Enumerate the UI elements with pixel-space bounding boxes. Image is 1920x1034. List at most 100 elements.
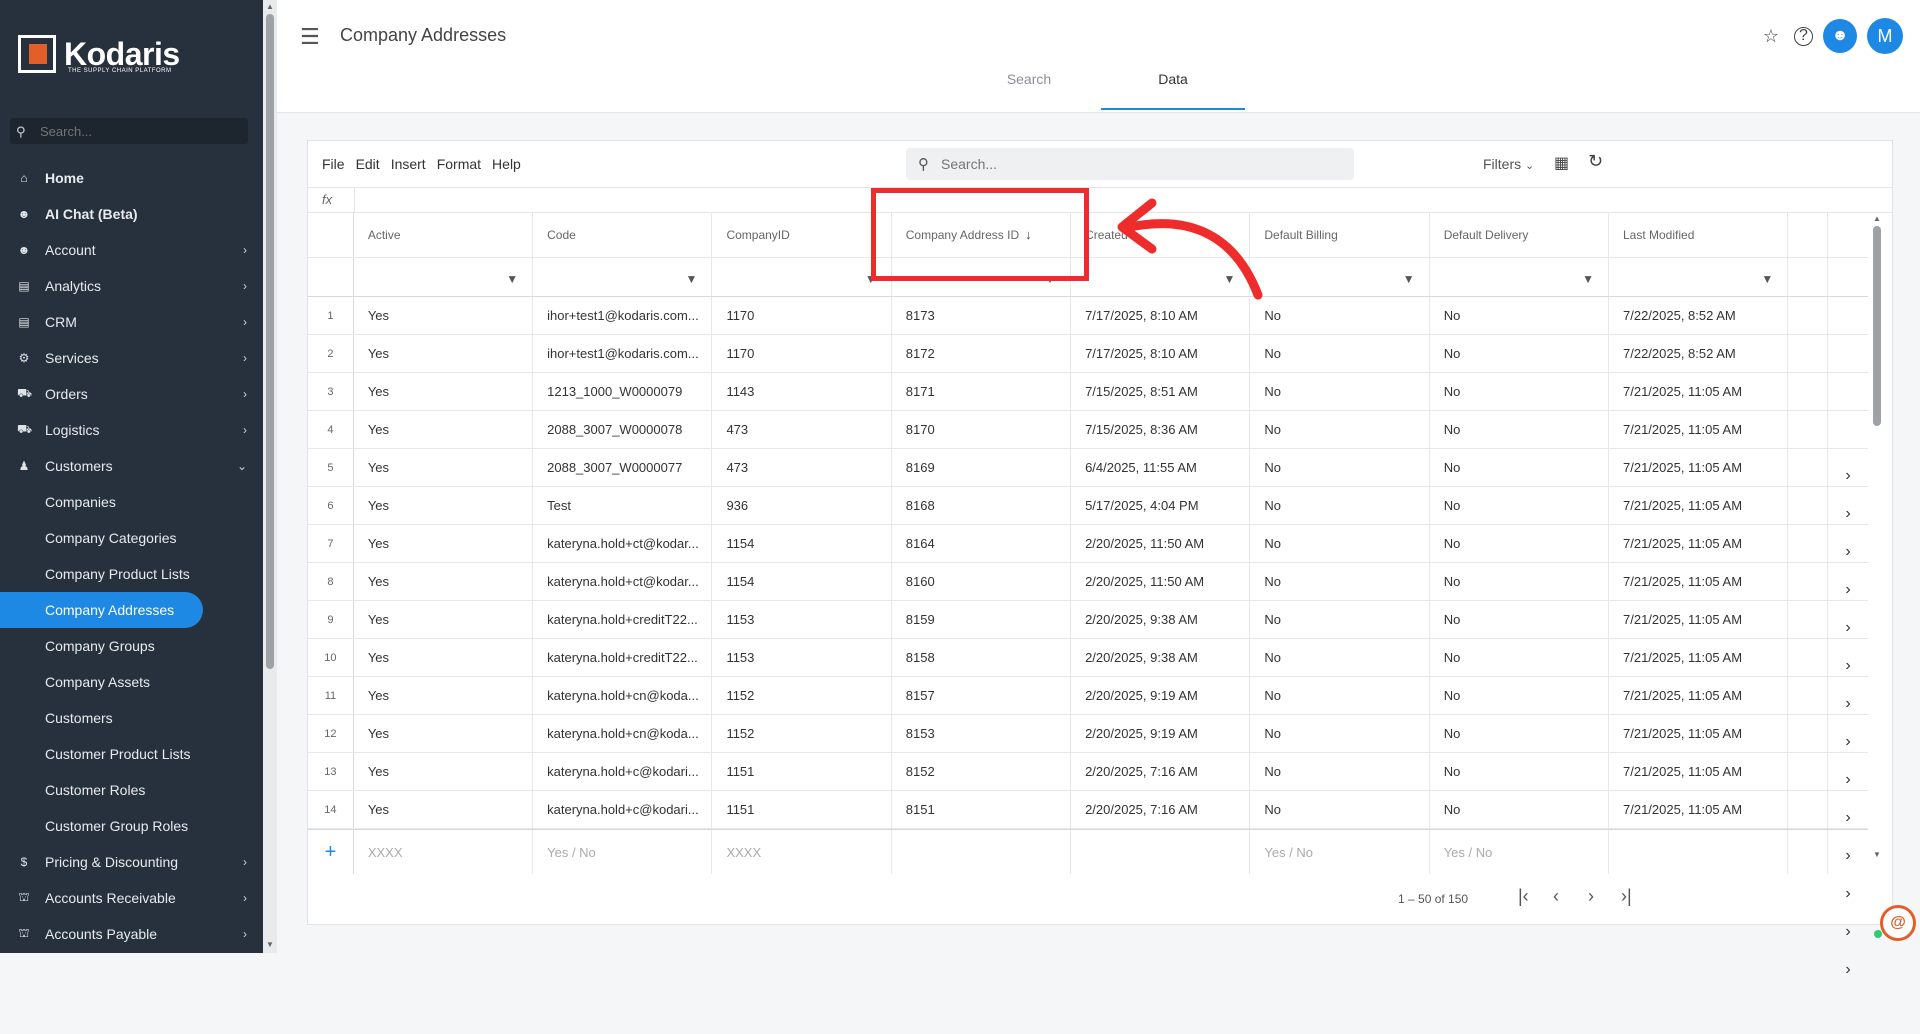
table-cell[interactable]: kateryna.hold+cn@koda... xyxy=(533,715,713,752)
table-cell[interactable]: No xyxy=(1250,297,1430,334)
table-cell[interactable]: 7/21/2025, 11:05 AM xyxy=(1609,449,1789,486)
tab-search[interactable]: Search xyxy=(957,70,1101,110)
table-cell[interactable]: No xyxy=(1430,297,1609,334)
table-cell[interactable]: 2/20/2025, 11:50 AM xyxy=(1071,525,1251,562)
table-cell[interactable]: kateryna.hold+creditT22... xyxy=(533,601,713,638)
new-row[interactable]: + XXXX Yes / No XXXX Yes / No Yes / No xyxy=(308,829,1868,874)
filters-dropdown[interactable]: Filters ⌄ xyxy=(1483,156,1534,172)
column-filter[interactable]: ▼ xyxy=(1609,258,1789,296)
sidebar-subitem-customer-product-lists[interactable]: Customer Product Lists xyxy=(0,736,263,772)
table-cell[interactable]: No xyxy=(1430,563,1609,600)
table-row[interactable]: 7 Yes kateryna.hold+ct@kodar... 1154 8164 2/2… xyxy=(308,525,1868,712)
table-cell[interactable]: 2088_3007_W0000078 xyxy=(533,411,713,448)
chevron-right-icon[interactable]: › xyxy=(1828,799,1868,836)
sidebar-subitem-company-assets[interactable]: Company Assets xyxy=(0,664,263,700)
sidebar-scrollbar[interactable]: ▲ ▼ xyxy=(263,0,277,953)
sidebar-subitem-company-categories[interactable]: Company Categories xyxy=(0,520,263,556)
sidebar-item-accounts-receivable[interactable]: ⛫ Accounts Receivable › xyxy=(0,880,263,916)
sidebar-subitem-customer-group-roles[interactable]: Customer Group Roles xyxy=(0,808,263,844)
table-cell[interactable]: 8151 xyxy=(892,791,1072,828)
column-filter[interactable]: ▼ xyxy=(1430,258,1609,296)
table-cell[interactable]: ihor+test1@kodaris.com... xyxy=(533,297,713,334)
chevron-right-icon[interactable]: › xyxy=(1828,723,1868,760)
chevron-right-icon[interactable]: › xyxy=(1828,609,1868,646)
table-cell[interactable]: No xyxy=(1430,335,1609,372)
new-row-cell[interactable]: Yes / No xyxy=(1250,830,1430,874)
table-cell[interactable]: Yes xyxy=(354,335,534,372)
columns-icon[interactable]: ▦ xyxy=(1554,153,1569,173)
table-cell[interactable]: 8159 xyxy=(892,601,1072,638)
table-cell[interactable]: 2/20/2025, 9:38 AM xyxy=(1071,639,1251,676)
table-cell[interactable]: 1154 xyxy=(712,525,892,562)
sidebar-item-pricing-discounting[interactable]: $ Pricing & Discounting › xyxy=(0,844,263,880)
table-row[interactable]: 6 Yes Test 936 8168 5/17/2025, 4:04 PM No No 7/2… xyxy=(308,487,1868,674)
table-cell[interactable]: 7/22/2025, 8:52 AM xyxy=(1609,335,1789,372)
filter-icon[interactable]: ▼ xyxy=(1761,272,1773,286)
new-row-cell[interactable]: Yes / No xyxy=(533,830,713,874)
table-cell[interactable]: ihor+test1@kodaris.com... xyxy=(533,335,713,372)
table-cell[interactable]: 1151 xyxy=(712,791,892,828)
hamburger-menu-icon[interactable]: ☰ xyxy=(300,24,320,50)
formula-bar[interactable]: fx xyxy=(308,187,1892,213)
column-header[interactable]: Last Modified xyxy=(1609,212,1789,257)
table-cell[interactable]: 1143 xyxy=(712,373,892,410)
table-cell[interactable]: kateryna.hold+cn@koda... xyxy=(533,677,713,714)
sidebar-item-accounts-payable[interactable]: ⛫ Accounts Payable › xyxy=(0,916,263,952)
table-cell[interactable]: Yes xyxy=(354,753,534,790)
table-cell[interactable]: No xyxy=(1430,373,1609,410)
table-cell[interactable]: 2/20/2025, 9:38 AM xyxy=(1071,601,1251,638)
table-row[interactable]: 4 Yes 2088_3007_W0000078 473 8170 7/15/2025, … xyxy=(308,411,1868,598)
table-cell[interactable]: 7/21/2025, 11:05 AM xyxy=(1609,677,1789,714)
table-cell[interactable]: 1152 xyxy=(712,677,892,714)
new-row-cell[interactable]: Yes / No xyxy=(1430,830,1609,874)
table-cell[interactable]: 7/21/2025, 11:05 AM xyxy=(1609,791,1789,828)
table-cell[interactable]: No xyxy=(1250,677,1430,714)
column-header[interactable]: Default Delivery xyxy=(1430,212,1609,257)
table-cell[interactable]: 1154 xyxy=(712,563,892,600)
table-cell[interactable]: Yes xyxy=(354,411,534,448)
table-row[interactable]: 11 Yes kateryna.hold+cn@koda... 1152 8157 2/2… xyxy=(308,677,1868,864)
table-cell[interactable]: 7/21/2025, 11:05 AM xyxy=(1609,525,1789,562)
scroll-down-icon[interactable]: ▼ xyxy=(266,940,274,949)
table-cell[interactable]: Yes xyxy=(354,563,534,600)
table-cell[interactable]: kateryna.hold+c@kodari... xyxy=(533,791,713,828)
table-cell[interactable]: No xyxy=(1430,487,1609,524)
table-cell[interactable]: 8168 xyxy=(892,487,1072,524)
table-cell[interactable]: 7/21/2025, 11:05 AM xyxy=(1609,753,1789,790)
column-filter[interactable]: ▼ xyxy=(1250,258,1430,296)
table-cell[interactable]: 2/20/2025, 7:16 AM xyxy=(1071,791,1251,828)
scroll-up-icon[interactable]: ▲ xyxy=(1873,214,1881,223)
table-cell[interactable]: No xyxy=(1250,715,1430,752)
table-cell[interactable]: No xyxy=(1430,791,1609,828)
first-page-icon[interactable]: |‹ xyxy=(1518,886,1529,907)
filter-icon[interactable]: ▼ xyxy=(686,272,698,286)
table-cell[interactable]: 1170 xyxy=(712,335,892,372)
refresh-icon[interactable]: ↻ xyxy=(1588,151,1603,172)
chevron-right-icon[interactable]: › xyxy=(1828,533,1868,570)
table-cell[interactable]: Yes xyxy=(354,297,534,334)
sidebar-item-account[interactable]: ☻ Account › xyxy=(0,232,263,268)
table-cell[interactable]: No xyxy=(1250,639,1430,676)
table-cell[interactable]: 8160 xyxy=(892,563,1072,600)
table-cell[interactable]: Yes xyxy=(354,373,534,410)
table-cell[interactable]: 8173 xyxy=(892,297,1072,334)
table-cell[interactable]: 473 xyxy=(712,411,892,448)
sidebar-item-ai-chat-beta-[interactable]: ☻ AI Chat (Beta) xyxy=(0,196,263,232)
table-cell[interactable]: 5/17/2025, 4:04 PM xyxy=(1071,487,1251,524)
table-row[interactable]: 13 Yes kateryna.hold+c@kodari... 1151 8152 2/… xyxy=(308,753,1868,940)
table-cell[interactable]: Yes xyxy=(354,487,534,524)
table-cell[interactable]: 1153 xyxy=(712,639,892,676)
column-header[interactable]: Default Billing xyxy=(1250,212,1430,257)
star-icon[interactable]: ☆ xyxy=(1758,23,1784,49)
menu-help[interactable]: Help xyxy=(492,156,521,172)
sidebar-search-input[interactable] xyxy=(38,122,242,140)
sidebar-subitem-company-product-lists[interactable]: Company Product Lists xyxy=(0,556,263,592)
chevron-right-icon[interactable]: › xyxy=(1828,647,1868,684)
column-filter[interactable]: ▼ xyxy=(533,258,713,296)
table-cell[interactable]: 7/21/2025, 11:05 AM xyxy=(1609,487,1789,524)
sidebar-item-orders[interactable]: ⛟ Orders › xyxy=(0,376,263,412)
table-cell[interactable]: 2/20/2025, 9:19 AM xyxy=(1071,715,1251,752)
sidebar-item-services[interactable]: ⚙ Services › xyxy=(0,340,263,376)
sidebar-item-home[interactable]: ⌂ Home xyxy=(0,160,263,196)
table-cell[interactable]: Yes xyxy=(354,715,534,752)
